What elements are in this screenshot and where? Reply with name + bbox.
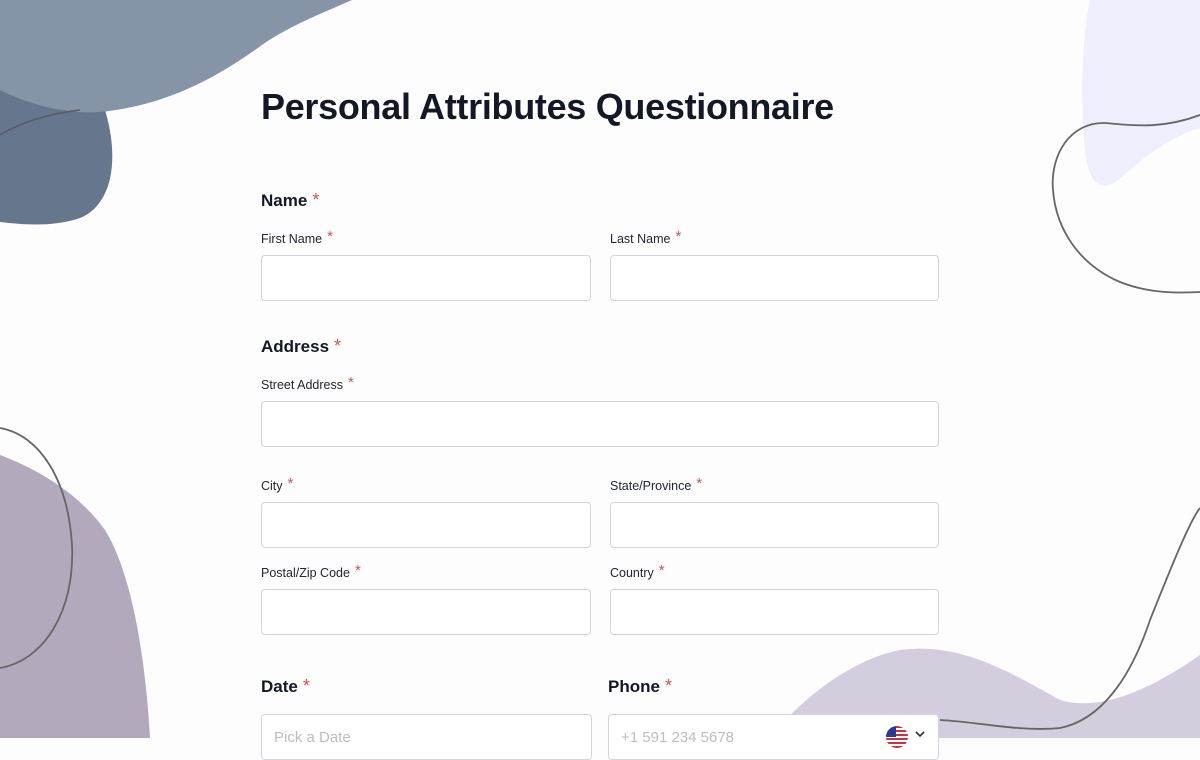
first-name-input[interactable] [261, 255, 591, 301]
last-name-label-text: Last Name [610, 232, 671, 246]
required-asterisk: * [312, 190, 320, 210]
us-flag-icon[interactable] [886, 726, 908, 748]
country-input[interactable] [610, 589, 939, 635]
first-name-label-text: First Name [261, 232, 323, 246]
country-label: Country * [610, 562, 665, 581]
postal-code-label-text: Postal/Zip Code [261, 566, 350, 580]
required-asterisk: * [287, 475, 294, 492]
section-date-heading: Date * [261, 676, 310, 697]
required-asterisk: * [302, 676, 310, 696]
street-address-label-text: Street Address [261, 378, 343, 392]
section-name-heading: Name * [261, 190, 319, 211]
form-title: Personal Attributes Questionnaire [261, 86, 834, 127]
city-label: City * [261, 475, 294, 494]
chevron-down-icon[interactable] [914, 727, 926, 744]
postal-code-label: Postal/Zip Code * [261, 562, 361, 581]
first-name-label: First Name * [261, 228, 333, 247]
phone-field [608, 714, 939, 760]
required-asterisk: * [658, 562, 665, 579]
section-name-label: Name [261, 191, 308, 210]
last-name-label: Last Name * [610, 228, 682, 247]
section-date-label: Date [261, 677, 298, 696]
state-province-label-text: State/Province [610, 479, 692, 493]
postal-code-input[interactable] [261, 589, 591, 635]
required-asterisk: * [696, 475, 703, 492]
city-label-text: City [261, 479, 283, 493]
section-phone-label: Phone [608, 677, 660, 696]
blob-left-bottom [0, 455, 150, 738]
country-label-text: Country [610, 566, 654, 580]
section-phone-heading: Phone * [608, 676, 672, 697]
street-address-label: Street Address * [261, 374, 354, 393]
city-input[interactable] [261, 502, 591, 548]
blob-top-right [1082, 0, 1200, 186]
last-name-input[interactable] [610, 255, 939, 301]
section-address-label: Address [261, 337, 330, 356]
required-asterisk: * [354, 562, 361, 579]
state-province-label: State/Province * [610, 475, 703, 494]
state-province-input[interactable] [610, 502, 939, 548]
required-asterisk: * [334, 336, 342, 356]
required-asterisk: * [664, 676, 672, 696]
street-address-input[interactable] [261, 401, 939, 447]
required-asterisk: * [348, 374, 354, 391]
required-asterisk: * [675, 228, 682, 245]
section-address-heading: Address * [261, 336, 341, 357]
required-asterisk: * [327, 228, 333, 245]
date-picker-input[interactable] [261, 714, 592, 760]
